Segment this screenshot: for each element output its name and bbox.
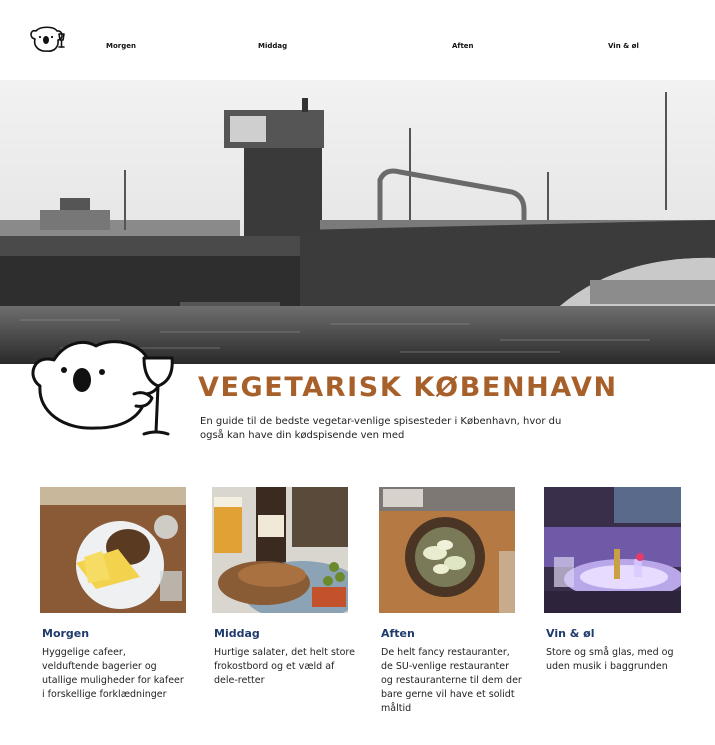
card-middag[interactable]: Middag Hurtige salater, det helt store f… bbox=[212, 487, 358, 688]
card-title[interactable]: Vin & øl bbox=[546, 627, 690, 640]
nav-middag[interactable]: Middag bbox=[258, 42, 287, 50]
dinner-bowl-photo[interactable] bbox=[379, 487, 515, 613]
koala-wine-logo-icon[interactable] bbox=[28, 22, 70, 58]
card-title[interactable]: Morgen bbox=[42, 627, 186, 640]
card-text: Store og små glas, med og uden musik i b… bbox=[546, 647, 674, 672]
card-text: Hurtige salater, det helt store frokostb… bbox=[214, 647, 355, 686]
card-aften[interactable]: Aften De helt fancy restauranter, de SU-… bbox=[379, 487, 525, 716]
wine-bar-photo[interactable] bbox=[544, 487, 681, 613]
nav-morgen[interactable]: Morgen bbox=[106, 42, 136, 50]
koala-with-wine-glass-icon bbox=[24, 332, 180, 444]
breakfast-plate-photo[interactable] bbox=[40, 487, 186, 613]
page-subtitle: En guide til de bedste vegetar-venlige s… bbox=[200, 416, 562, 441]
lunch-bread-beer-photo[interactable] bbox=[212, 487, 348, 613]
card-title[interactable]: Aften bbox=[381, 627, 525, 640]
card-text: De helt fancy restauranter, de SU-venlig… bbox=[381, 647, 522, 714]
card-vin-og-ol[interactable]: Vin & øl Store og små glas, med og uden … bbox=[544, 487, 690, 674]
card-morgen[interactable]: Morgen Hyggelige cafeer, velduftende bag… bbox=[40, 487, 186, 702]
card-title[interactable]: Middag bbox=[214, 627, 358, 640]
top-nav: Morgen Middag Aften Vin & øl bbox=[0, 0, 715, 80]
nav-vin-og-ol[interactable]: Vin & øl bbox=[608, 42, 639, 50]
card-text: Hyggelige cafeer, velduftende bagerier o… bbox=[42, 647, 184, 700]
hero-image bbox=[0, 80, 715, 364]
page-title: VEGETARISK KØBENHAVN bbox=[198, 372, 618, 403]
nav-aften[interactable]: Aften bbox=[452, 42, 474, 50]
